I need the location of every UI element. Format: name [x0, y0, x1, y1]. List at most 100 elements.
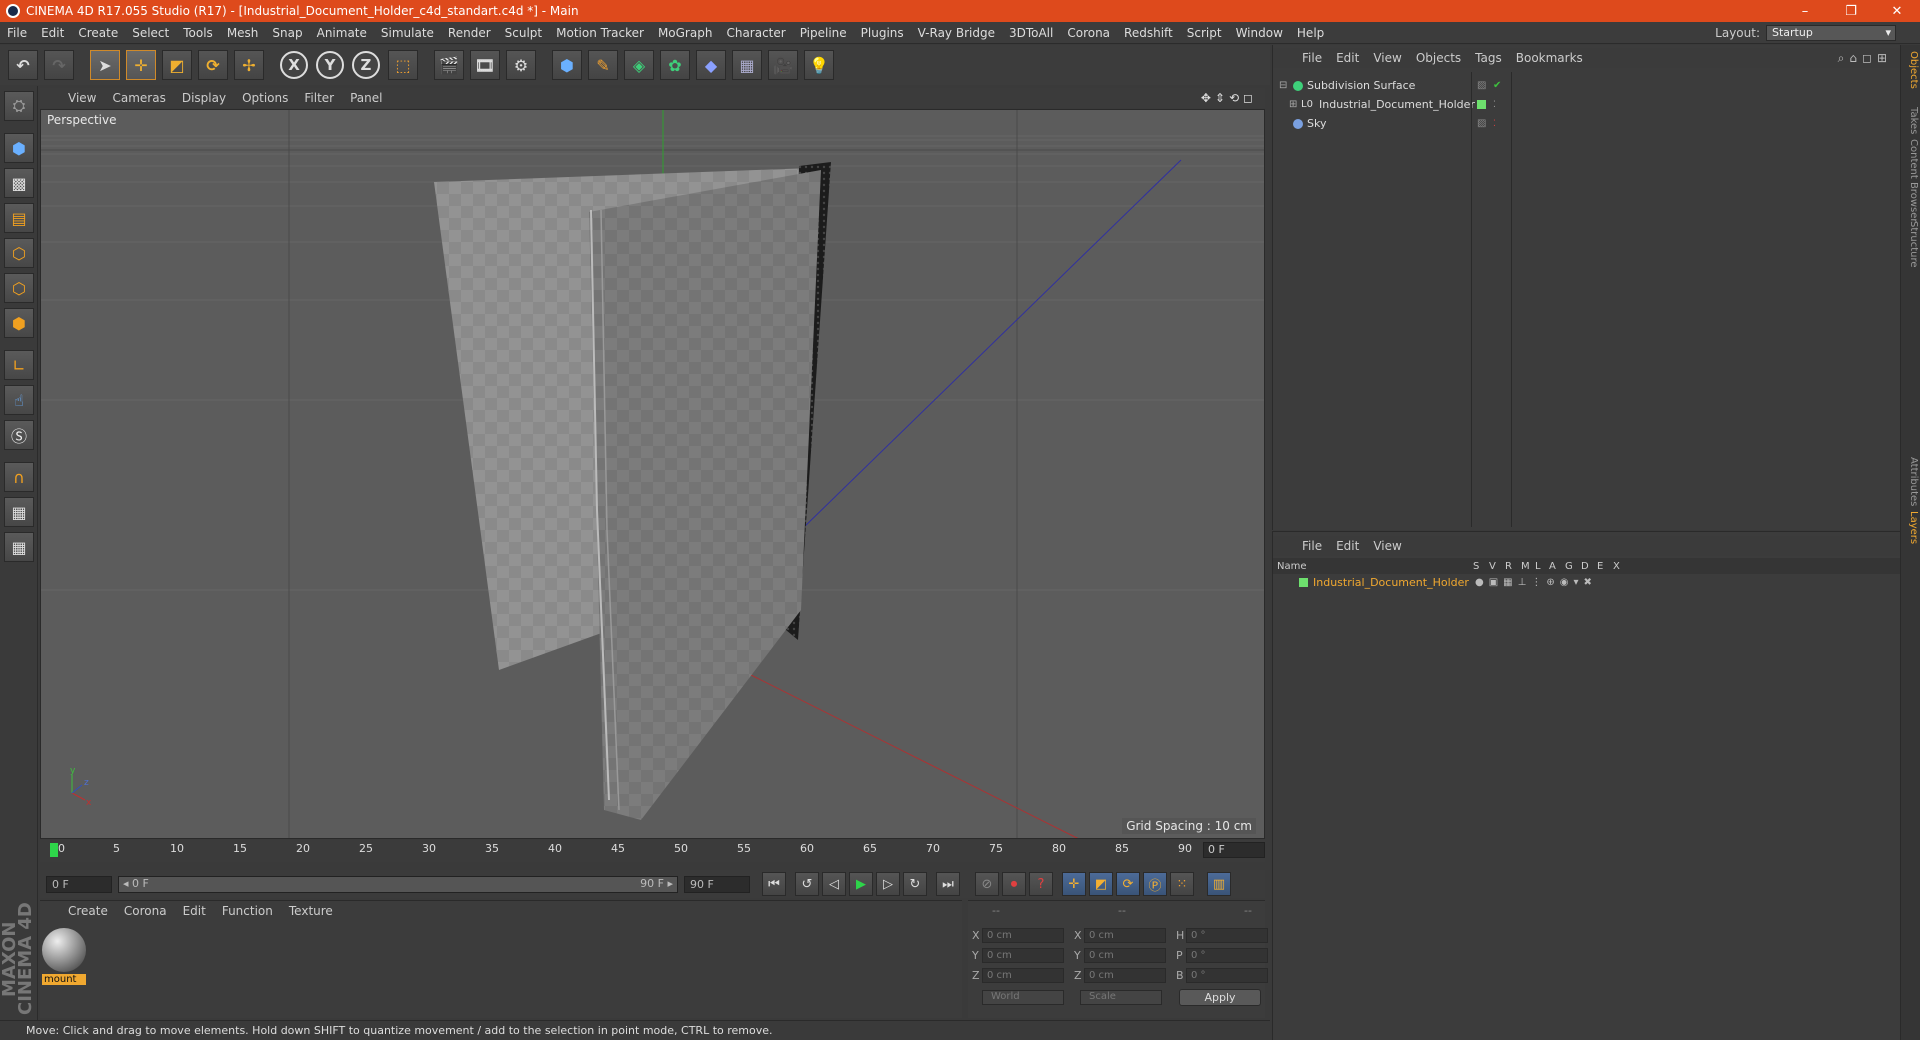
layer-tag-icon[interactable]: ▨: [1477, 118, 1486, 129]
material-menu-edit[interactable]: Edit: [175, 904, 214, 918]
planar-workplane-icon[interactable]: ▦: [4, 532, 34, 562]
column-render[interactable]: R: [1505, 561, 1512, 572]
menu-character[interactable]: Character: [719, 26, 792, 40]
rotation-key-icon[interactable]: ⟳: [1116, 872, 1140, 896]
layer-flag-icons[interactable]: ●▣▦⊥⋮⊕◉▾✖: [1475, 577, 1597, 588]
x-axis-lock-button[interactable]: X: [280, 51, 308, 79]
render-settings-icon[interactable]: ⚙: [506, 50, 536, 80]
snap-icon[interactable]: Ⓢ: [4, 420, 34, 450]
previous-frame-icon[interactable]: ◁: [822, 872, 846, 896]
move-tool-icon[interactable]: ✛: [126, 50, 156, 80]
menu-window[interactable]: Window: [1229, 26, 1290, 40]
make-editable-icon[interactable]: ⛭: [4, 91, 34, 121]
collapse-icon[interactable]: ⊟: [1279, 80, 1287, 91]
polygons-mode-icon[interactable]: ⬢: [4, 308, 34, 338]
object-row-subdivision-surface[interactable]: ⊟ Subdivision Surface ▨ ✔: [1273, 76, 1901, 95]
minimize-button[interactable]: –: [1782, 4, 1828, 19]
tab-content-browser[interactable]: Content Browser: [1903, 139, 1919, 222]
menu-script[interactable]: Script: [1180, 26, 1229, 40]
points-mode-icon[interactable]: ⬡: [4, 238, 34, 268]
layer-tag-icon[interactable]: ▨: [1477, 80, 1486, 91]
render-view-icon[interactable]: 🎬: [434, 50, 464, 80]
column-deformers[interactable]: D: [1581, 561, 1589, 572]
material-menu-corona[interactable]: Corona: [116, 904, 175, 918]
column-animation[interactable]: A: [1549, 561, 1556, 572]
timeline-window-icon[interactable]: ▥: [1207, 872, 1231, 896]
column-expressions[interactable]: E: [1597, 561, 1603, 572]
timeline-ruler[interactable]: 0 5 10 15 20 25 30 35 40 45 50 55 60 65 …: [40, 840, 1265, 862]
layout-select[interactable]: Startup: [1766, 24, 1896, 41]
objects-menu-view[interactable]: View: [1366, 51, 1408, 65]
viewport-menu-options[interactable]: Options: [234, 91, 296, 105]
light-icon[interactable]: 💡: [804, 50, 834, 80]
viewport-menu-view[interactable]: View: [60, 91, 104, 105]
rotate-tool-icon[interactable]: ⟳: [198, 50, 228, 80]
rotation-b-field[interactable]: 0 °: [1186, 967, 1268, 983]
menu-simulate[interactable]: Simulate: [374, 26, 441, 40]
visibility-dots-icon[interactable]: ⁚: [1493, 119, 1496, 129]
objects-menu-tags[interactable]: Tags: [1468, 51, 1509, 65]
playhead-marker[interactable]: [50, 843, 58, 857]
record-keys-icon[interactable]: ⊘: [975, 872, 999, 896]
live-selection-icon[interactable]: ✢: [234, 50, 264, 80]
cube-primitive-icon[interactable]: ⬢: [552, 50, 582, 80]
material-name-label[interactable]: mount: [42, 974, 86, 985]
objects-menu-edit[interactable]: Edit: [1329, 51, 1366, 65]
axis-mode-icon[interactable]: ∟: [4, 350, 34, 380]
material-menu-function[interactable]: Function: [214, 904, 281, 918]
y-axis-lock-button[interactable]: Y: [316, 51, 344, 79]
material-preview-sphere[interactable]: [42, 928, 86, 972]
column-name[interactable]: Name: [1277, 561, 1307, 572]
viewport-menu-display[interactable]: Display: [174, 91, 234, 105]
menu-edit[interactable]: Edit: [34, 26, 71, 40]
apply-button[interactable]: Apply: [1179, 989, 1261, 1006]
coordinate-system-icon[interactable]: ⬚: [388, 50, 418, 80]
rotation-h-field[interactable]: 0 °: [1186, 927, 1268, 943]
object-row-industrial-document-holder[interactable]: ⊞ L0 Industrial_Document_Holder ⁚: [1273, 95, 1901, 114]
redo-icon[interactable]: ↷: [44, 50, 74, 80]
undo-icon[interactable]: ↶: [8, 50, 38, 80]
scale-key-icon[interactable]: ◩: [1089, 872, 1113, 896]
restore-button[interactable]: ❐: [1828, 4, 1874, 19]
column-solo[interactable]: S: [1473, 561, 1479, 572]
deformer-icon[interactable]: ◆: [696, 50, 726, 80]
play-icon[interactable]: ▶: [849, 872, 873, 896]
layer-color-swatch[interactable]: [1477, 100, 1486, 109]
frame-range-slider[interactable]: ◂ 0 F 90 F ▸: [118, 875, 678, 893]
menu-3dtoall[interactable]: 3DToAll: [1002, 26, 1060, 40]
visibility-dots-icon[interactable]: ⁚: [1493, 100, 1496, 110]
go-to-start-icon[interactable]: ⏮: [762, 872, 786, 896]
menu-sculpt[interactable]: Sculpt: [498, 26, 549, 40]
model-mode-icon[interactable]: ⬢: [4, 133, 34, 163]
position-z-field[interactable]: 0 cm: [982, 967, 1064, 983]
menu-mesh[interactable]: Mesh: [220, 26, 266, 40]
menu-snap[interactable]: Snap: [265, 26, 309, 40]
go-to-end-icon[interactable]: ⏭: [936, 872, 960, 896]
layer-color-swatch[interactable]: [1299, 578, 1308, 587]
column-xrefs[interactable]: X: [1613, 561, 1620, 572]
column-view[interactable]: V: [1489, 561, 1496, 572]
point-level-animation-icon[interactable]: ⁙: [1170, 872, 1194, 896]
objects-menu-bookmarks[interactable]: Bookmarks: [1509, 51, 1590, 65]
size-x-field[interactable]: 0 cm: [1084, 927, 1166, 943]
z-axis-lock-button[interactable]: Z: [352, 51, 380, 79]
material-menu-texture[interactable]: Texture: [281, 904, 341, 918]
tab-attributes[interactable]: Attributes: [1903, 457, 1919, 506]
tweak-mode-icon[interactable]: ☝: [4, 385, 34, 415]
camera-icon[interactable]: 🎥: [768, 50, 798, 80]
coordinate-mode-select[interactable]: Scale: [1080, 990, 1162, 1005]
scale-tool-icon[interactable]: ◩: [162, 50, 192, 80]
column-generators[interactable]: G: [1565, 561, 1573, 572]
size-z-field[interactable]: 0 cm: [1084, 967, 1166, 983]
layers-menu-view[interactable]: View: [1366, 539, 1408, 553]
floor-scene-icon[interactable]: ▦: [732, 50, 762, 80]
menu-pipeline[interactable]: Pipeline: [793, 26, 854, 40]
layers-menu-edit[interactable]: Edit: [1329, 539, 1366, 553]
menu-render[interactable]: Render: [441, 26, 498, 40]
enabled-check-icon[interactable]: ✔: [1493, 80, 1501, 91]
menu-help[interactable]: Help: [1290, 26, 1331, 40]
tab-structure[interactable]: Structure: [1903, 221, 1919, 268]
lock-workplane-icon[interactable]: ▦: [4, 497, 34, 527]
viewport-menu-panel[interactable]: Panel: [342, 91, 390, 105]
select-arrow-icon[interactable]: ➤: [90, 50, 120, 80]
